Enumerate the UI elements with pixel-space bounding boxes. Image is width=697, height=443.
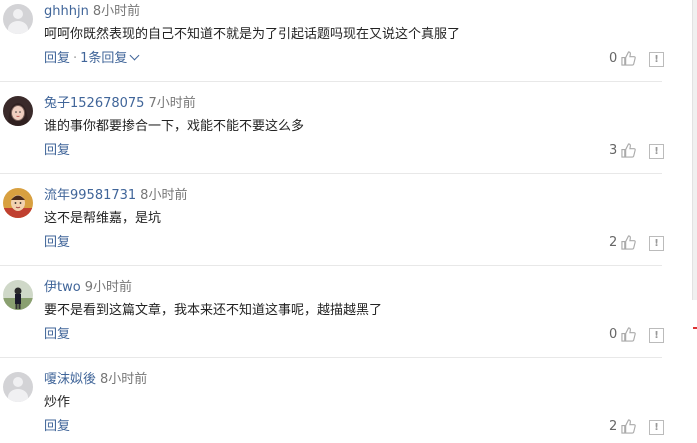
view-replies-button[interactable]: 1条回复 — [80, 50, 140, 66]
like-count: 3 — [609, 143, 618, 158]
comment-text: 要不是看到这篇文章，我本来还不知道这事呢，越描越黑了 — [44, 303, 383, 318]
thumbs-up-icon[interactable] — [621, 143, 636, 158]
avatar[interactable] — [3, 280, 33, 310]
comment-text: 谁的事你都要掺合一下，戏能不能不要这么多 — [44, 119, 305, 134]
thumbs-up-icon[interactable] — [621, 419, 636, 434]
comment-time: 7小时前 — [148, 96, 196, 111]
comment-time: 8小时前 — [92, 4, 141, 19]
comment-time: 8小时前 — [140, 188, 188, 203]
like-count: 2 — [609, 419, 618, 434]
comment-text: 这不是帮维嘉，是坑 — [44, 211, 162, 226]
divider — [0, 265, 662, 266]
avatar[interactable] — [3, 372, 33, 402]
avatar-photo — [3, 280, 33, 310]
reply-button[interactable]: 回复 — [44, 143, 70, 158]
reply-button[interactable]: 回复 — [44, 327, 70, 342]
comment-username[interactable]: 兔子152678075 — [44, 96, 144, 111]
comment-time: 9小时前 — [84, 280, 132, 295]
comment-username[interactable]: 流年99581731 — [44, 188, 136, 203]
report-icon[interactable] — [649, 144, 664, 159]
divider — [0, 81, 662, 82]
reply-button[interactable]: 回复 — [44, 419, 70, 434]
report-icon[interactable] — [649, 328, 664, 343]
comment-username[interactable]: ghhhjn — [44, 4, 89, 19]
like-count: 0 — [609, 327, 618, 342]
like-count: 0 — [609, 51, 618, 66]
comment-time: 8小时前 — [100, 372, 148, 387]
report-icon[interactable] — [649, 420, 664, 435]
thumbs-up-icon[interactable] — [621, 327, 636, 342]
thumbs-up-icon[interactable] — [621, 51, 636, 66]
report-icon[interactable] — [649, 236, 664, 251]
comment-username[interactable]: 嗄沫姒後 — [44, 372, 96, 387]
thumbs-up-icon[interactable] — [621, 235, 636, 250]
divider — [0, 173, 662, 174]
side-marker — [693, 327, 697, 329]
reply-button[interactable]: 回复 — [44, 51, 70, 66]
avatar[interactable] — [3, 4, 33, 34]
report-icon[interactable] — [649, 52, 664, 67]
avatar-photo — [3, 188, 33, 218]
avatar[interactable] — [3, 96, 33, 126]
comment-text: 炒作 — [44, 395, 71, 410]
divider — [0, 357, 662, 358]
avatar-photo — [3, 96, 33, 126]
comment-username[interactable]: 伊two — [44, 280, 81, 295]
avatar[interactable] — [3, 188, 33, 218]
like-count: 2 — [609, 235, 618, 250]
comment-text: 呵呵你既然表现的自己不知道不就是为了引起话题吗现在又说这个真服了 — [44, 27, 461, 42]
scrollbar[interactable] — [692, 0, 697, 300]
reply-button[interactable]: 回复 — [44, 235, 70, 250]
chevron-down-icon — [129, 50, 140, 61]
